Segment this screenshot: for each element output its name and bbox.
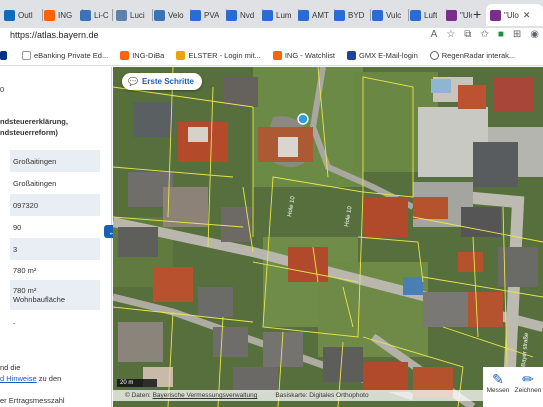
tab-icon xyxy=(226,9,237,21)
bookmark-gmx[interactable]: GMX E-Mail-login xyxy=(347,51,418,60)
ing-icon xyxy=(272,51,282,60)
browser-tab[interactable]: "Ulo xyxy=(446,4,472,26)
chat-bubble-icon: 💬 xyxy=(128,77,138,86)
browser-tab[interactable]: Velo xyxy=(154,4,191,26)
tab-icon xyxy=(410,9,421,21)
pencil-icon: ✏ xyxy=(522,371,534,387)
bookmark-elster[interactable]: ELSTER - Login mit... xyxy=(176,51,261,60)
info-row: 780 m² xyxy=(13,265,37,275)
info-row: 097320 xyxy=(10,194,100,216)
address-bar: https://atlas.bayern.de A ☆ ⧉ ✩ ■ ⊞ ◉ xyxy=(0,28,543,46)
browser-tab[interactable]: Vulc xyxy=(372,4,409,26)
browser-tab-strip: Outl ING Li-C Luci Velo PVA Nvd Lum AMT … xyxy=(0,0,543,28)
tab-icon xyxy=(446,9,457,21)
outlook-icon xyxy=(4,9,15,21)
browser-tab[interactable]: Li-C xyxy=(80,4,113,26)
scale-bar: 20 m xyxy=(117,379,157,387)
tab-icon xyxy=(372,9,383,21)
tab-icon xyxy=(262,9,273,21)
tab-icon xyxy=(490,9,501,21)
map-view[interactable]: Hole 10 Hole 10 Bayer straße 💬 Erste Sch… xyxy=(113,67,543,407)
extension-icon[interactable]: ■ xyxy=(498,29,504,40)
panel-footer-text: er Ertragsmesszahl xyxy=(0,396,65,405)
bookmark-paypal[interactable] xyxy=(0,51,10,60)
browser-tab[interactable]: PVA xyxy=(190,4,227,26)
panel-footer-line: d Hinweise zu den xyxy=(0,374,62,383)
browser-tab-active[interactable]: "Ulo ✕ xyxy=(486,4,543,26)
info-row: 3 xyxy=(10,238,100,260)
info-row: - xyxy=(13,318,16,328)
attribution-link[interactable]: Bayerische Vermessungsverwaltung xyxy=(153,392,258,399)
info-row: 90 xyxy=(13,222,22,232)
panel-footer-text: nd die xyxy=(0,363,21,372)
panel-heading-line1: ndsteuererklärung, xyxy=(0,117,68,126)
bookmark-ing-diba[interactable]: ING-DiBa xyxy=(120,51,164,60)
elster-icon xyxy=(176,51,186,60)
browser-tab[interactable]: Nvd xyxy=(226,4,263,26)
aerial-map[interactable]: Hole 10 Hole 10 Bayer straße xyxy=(113,67,543,407)
draw-button[interactable]: ✏ Zeichnen xyxy=(513,367,543,407)
tab-icon xyxy=(116,9,127,21)
browser-tab[interactable]: Lum xyxy=(262,4,299,26)
bookmark-ing-watchlist[interactable]: ING - Watchlist xyxy=(272,51,335,60)
tab-icon xyxy=(334,9,345,21)
new-tab-button[interactable]: + xyxy=(473,7,481,21)
tab-icon xyxy=(154,9,165,21)
ing-icon xyxy=(120,51,130,60)
panel-heading-line2: ndsteuerreform) xyxy=(0,128,58,137)
bookmarks-bar: eBanking Private Ed... ING-DiBa ELSTER -… xyxy=(0,46,543,66)
tab-icon xyxy=(190,9,201,21)
measure-button[interactable]: ✎ Messen xyxy=(483,367,513,407)
browser-tab[interactable]: Outl xyxy=(4,4,43,26)
profile-icon[interactable]: ◉ xyxy=(530,29,539,40)
ing-icon xyxy=(44,9,55,21)
browser-tab[interactable]: Luft xyxy=(410,4,447,26)
browser-tab[interactable]: Luci xyxy=(116,4,153,26)
bookmark-regenradar[interactable]: RegenRadar interak... xyxy=(429,51,515,60)
browser-tab[interactable]: ING xyxy=(44,4,83,26)
tab-icon xyxy=(298,9,309,21)
favorite-star-icon[interactable]: ☆ xyxy=(446,29,455,40)
paypal-icon xyxy=(0,51,7,60)
url-field[interactable]: https://atlas.bayern.de xyxy=(10,30,99,40)
bookmark-ebanking[interactable]: eBanking Private Ed... xyxy=(22,51,108,60)
map-attribution: © Daten: Bayerische Vermessungsverwaltun… xyxy=(113,390,543,401)
globe-icon xyxy=(429,51,439,60)
info-row: 780 m² Wohnbaufläche xyxy=(10,280,100,310)
map-tools: ✎ Messen ✏ Zeichnen xyxy=(483,367,543,407)
hinweise-link[interactable]: d Hinweise xyxy=(0,374,37,383)
info-row: Großaitingen xyxy=(13,178,57,188)
gmx-icon xyxy=(347,51,356,60)
favorites-icon[interactable]: ✩ xyxy=(480,29,488,40)
erste-schritte-button[interactable]: 💬 Erste Schritte xyxy=(122,73,202,90)
info-panel: 0 ndsteuererklärung, ndsteuerreform) Gro… xyxy=(0,67,112,407)
collections-icon[interactable]: ⊞ xyxy=(513,29,521,40)
read-aloud-icon[interactable]: A xyxy=(431,29,438,40)
ruler-icon: ✎ xyxy=(492,371,504,387)
close-icon[interactable]: ✕ xyxy=(523,10,531,21)
bank-icon xyxy=(22,51,31,60)
browser-tab[interactable]: BYD xyxy=(334,4,371,26)
browser-tab[interactable]: AMT xyxy=(298,4,335,26)
split-screen-icon[interactable]: ⧉ xyxy=(464,29,471,40)
panel-fragment: 0 xyxy=(0,85,5,94)
info-row: Großaitingen xyxy=(10,150,100,172)
tab-icon xyxy=(80,9,91,21)
